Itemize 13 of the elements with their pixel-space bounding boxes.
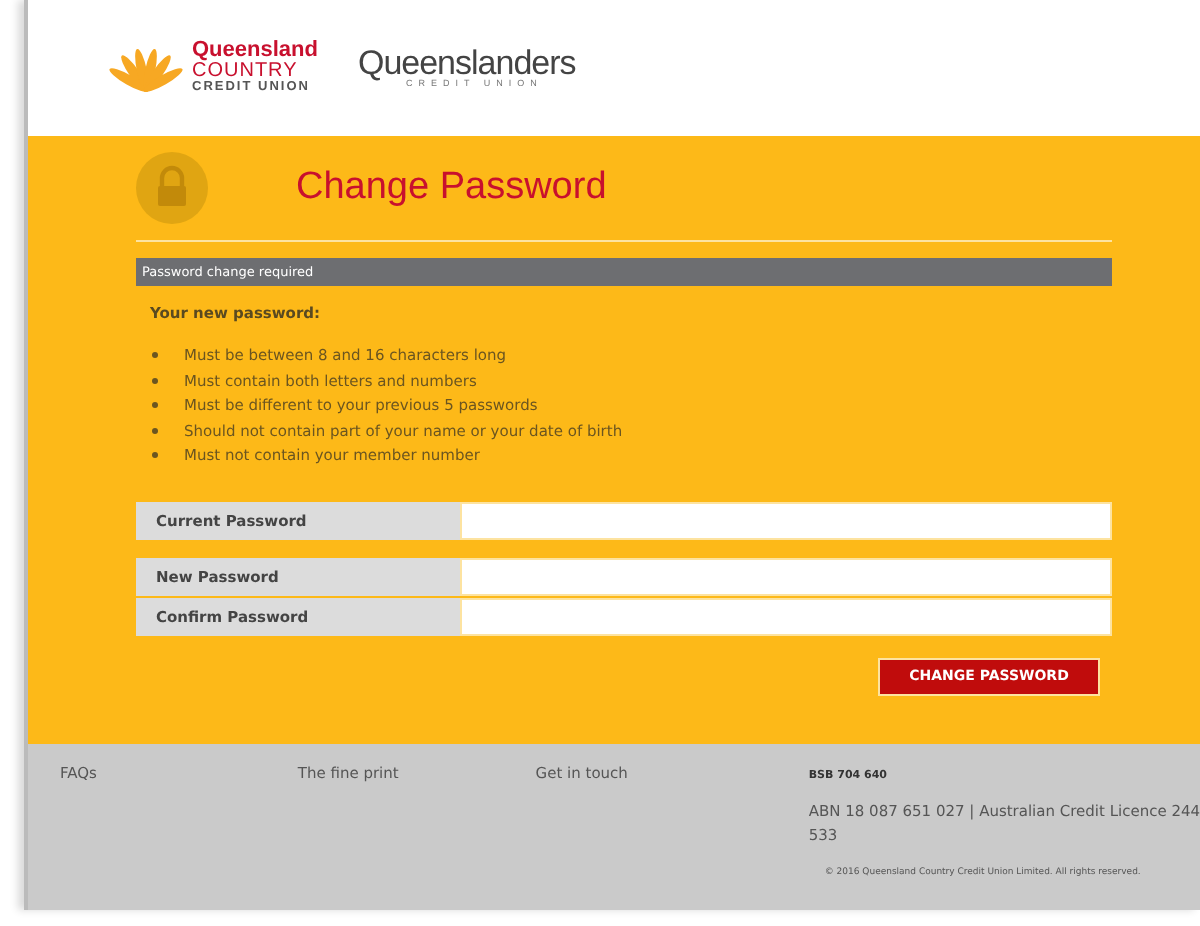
logo-text: Queenslanders bbox=[357, 46, 576, 81]
logo-text: Queensland bbox=[192, 40, 318, 63]
bullet-icon bbox=[152, 352, 158, 359]
password-field[interactable] bbox=[460, 597, 1112, 635]
bullet-icon bbox=[152, 377, 158, 384]
bullet-icon bbox=[152, 427, 158, 434]
bullet-icon bbox=[152, 402, 158, 409]
logo-text: COUNTRY bbox=[192, 62, 298, 83]
page-title: Change Password bbox=[296, 166, 607, 210]
password-field[interactable] bbox=[460, 557, 1112, 595]
lock-icon bbox=[136, 152, 208, 224]
bullet-icon bbox=[152, 452, 158, 459]
password-field[interactable] bbox=[460, 501, 1112, 539]
